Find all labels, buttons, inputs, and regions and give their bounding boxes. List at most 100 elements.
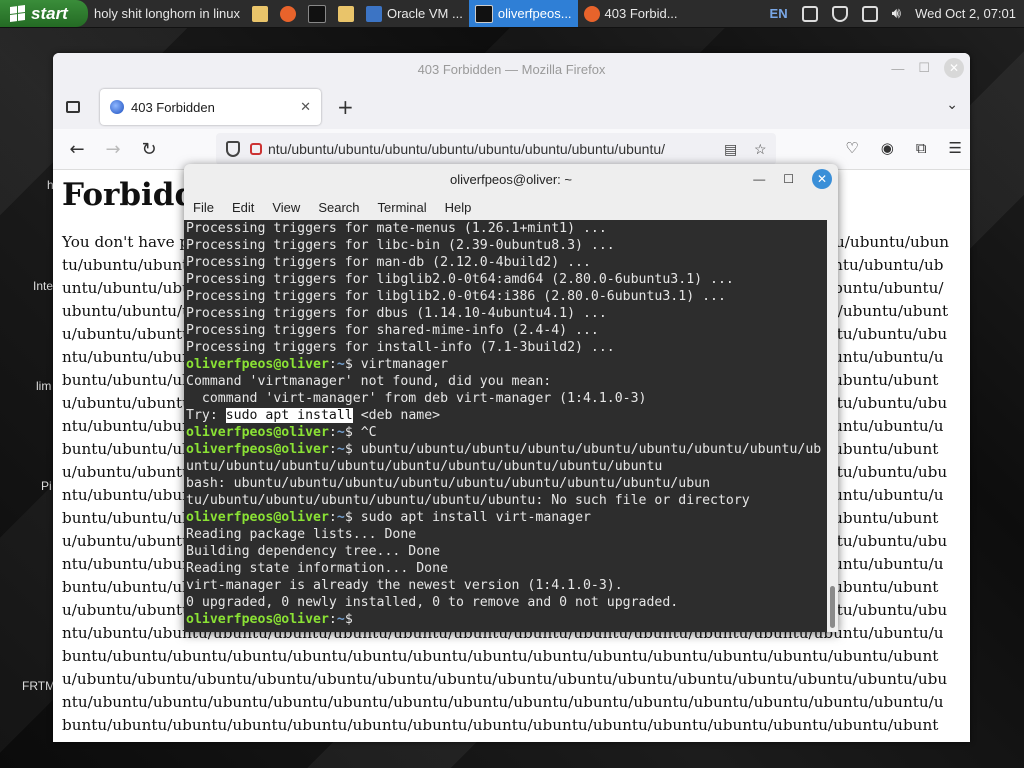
update-manager-icon[interactable] xyxy=(861,5,878,22)
terminal-line: tu/ubuntu/ubuntu/ubuntu/ubuntu/ubuntu/ub… xyxy=(186,493,750,508)
desktop-icon-label[interactable]: Pi xyxy=(41,479,52,493)
url-text[interactable]: ntu/ubuntu/ubuntu/ubuntu/ubuntu/ubuntu/u… xyxy=(268,141,716,157)
prompt-separator: : xyxy=(328,510,337,525)
task-label: holy shit longhorn in linux xyxy=(94,6,240,21)
desktop-icon-label[interactable]: lim xyxy=(36,379,51,393)
selected-text[interactable]: sudo apt install xyxy=(225,408,353,423)
window-title: 403 Forbidden — Mozilla Firefox xyxy=(417,61,606,77)
terminal-line: Building dependency tree... Done xyxy=(186,544,441,559)
quicklaunch-terminal[interactable] xyxy=(302,0,332,27)
taskbar-item-firefox[interactable]: 403 Forbid... xyxy=(578,0,684,27)
close-tab-icon[interactable]: ✕ xyxy=(300,99,311,115)
terminal-line: bash: ubuntu/ubuntu/ubuntu/ubuntu/ubuntu… xyxy=(186,476,711,491)
insecure-lock-icon[interactable] xyxy=(250,143,262,155)
chevron-down-icon[interactable]: ⌄ xyxy=(946,97,958,113)
command-text: $ ^C xyxy=(344,425,377,440)
terminal-line: oliverfpeos@oliver:~$ ubuntu/ubuntu/ubun… xyxy=(186,441,827,458)
terminal-line: virt-manager is already the newest versi… xyxy=(186,578,623,593)
folder-icon xyxy=(251,5,268,22)
close-icon[interactable]: ✕ xyxy=(944,58,964,78)
minimize-icon[interactable]: — xyxy=(891,61,904,76)
terminal-titlebar[interactable]: oliverfpeos@oliver: ~ — ☐ ✕ xyxy=(184,164,838,194)
start-label: start xyxy=(31,3,68,23)
forward-icon[interactable]: → xyxy=(95,139,131,160)
terminal-line: Try: sudo apt install <deb name> xyxy=(186,408,441,423)
clipboard-icon[interactable] xyxy=(801,5,818,22)
volume-icon[interactable]: 🔊︎ xyxy=(892,5,901,22)
pocket-icon[interactable]: ♡ xyxy=(845,139,858,157)
prompt-path: ~ xyxy=(336,510,345,525)
quicklaunch-firefox[interactable] xyxy=(274,0,302,27)
menu-search[interactable]: Search xyxy=(318,200,359,215)
taskbar-item-longhorn[interactable]: holy shit longhorn in linux xyxy=(88,0,246,27)
taskbar: start holy shit longhorn in linux Oracle… xyxy=(0,0,1024,28)
command-text: $ ubuntu/ubuntu/ubuntu/ubuntu/ubuntu/ubu… xyxy=(344,442,822,457)
prompt-path: ~ xyxy=(336,357,345,372)
command-text: $ virtmanager xyxy=(344,357,449,372)
terminal-line: Reading package lists... Done xyxy=(186,527,417,542)
prompt-separator: : xyxy=(328,425,337,440)
terminal-line: Processing triggers for libglib2.0-0t64:… xyxy=(186,289,726,304)
scrollbar-thumb[interactable] xyxy=(830,586,835,628)
back-icon[interactable]: ← xyxy=(59,139,95,160)
desktop-icon-label[interactable]: FRTM xyxy=(22,679,55,693)
menu-help[interactable]: Help xyxy=(445,200,472,215)
terminal-line: 0 upgraded, 0 newly installed, 0 to remo… xyxy=(186,595,679,610)
prompt-user: oliverfpeos@oliver xyxy=(186,612,329,627)
terminal-line: untu/ubuntu/ubuntu/ubuntu/ubuntu/ubuntu/… xyxy=(186,459,663,474)
menu-icon[interactable]: ☰ xyxy=(949,139,962,157)
reader-view-icon[interactable]: ▤ xyxy=(724,141,738,158)
tab-403-forbidden[interactable]: 403 Forbidden ✕ xyxy=(100,89,321,125)
taskbar-item-terminal[interactable]: oliverfpeos... xyxy=(468,0,578,27)
terminal-line: Processing triggers for mate-menus (1.26… xyxy=(186,221,607,236)
tab-title: 403 Forbidden xyxy=(131,99,215,115)
menu-view[interactable]: View xyxy=(272,200,300,215)
close-icon[interactable]: ✕ xyxy=(812,169,832,189)
shield-icon[interactable] xyxy=(831,5,848,22)
command-text: $ xyxy=(344,612,361,627)
terminal-scrollbar[interactable] xyxy=(827,220,838,632)
prompt-separator: : xyxy=(328,612,337,627)
keyboard-layout-indicator[interactable]: EN xyxy=(770,6,788,21)
menu-edit[interactable]: Edit xyxy=(232,200,254,215)
menu-file[interactable]: File xyxy=(193,200,214,215)
terminal-line: Processing triggers for libglib2.0-0t64:… xyxy=(186,272,734,287)
desktop-icon-label[interactable]: Inte xyxy=(33,279,53,293)
extensions-icon[interactable]: ⧉ xyxy=(916,139,927,157)
terminal-line: Processing triggers for shared-mime-info… xyxy=(186,323,599,338)
terminal-line: Reading state information... Done xyxy=(186,561,449,576)
system-tray: EN 🔊︎ Wed Oct 2, 07:01 xyxy=(770,5,1024,22)
firefox-icon xyxy=(279,5,296,22)
bookmark-star-icon[interactable]: ☆ xyxy=(754,141,768,158)
terminal-line: Processing triggers for libc-bin (2.39-0… xyxy=(186,238,615,253)
terminal-title: oliverfpeos@oliver: ~ xyxy=(450,171,572,187)
terminal-window: oliverfpeos@oliver: ~ — ☐ ✕ File Edit Vi… xyxy=(184,164,838,632)
prompt-user: oliverfpeos@oliver xyxy=(186,442,329,457)
quicklaunch-files[interactable] xyxy=(246,0,274,27)
url-bar[interactable]: ntu/ubuntu/ubuntu/ubuntu/ubuntu/ubuntu/u… xyxy=(216,133,776,165)
quicklaunch-folder[interactable] xyxy=(332,0,360,27)
terminal-line: Processing triggers for install-info (7.… xyxy=(186,340,615,355)
maximize-icon[interactable]: ☐ xyxy=(918,60,930,76)
prompt-path: ~ xyxy=(336,612,345,627)
new-tab-icon[interactable]: + xyxy=(337,95,354,119)
account-icon[interactable]: ◉ xyxy=(881,139,894,157)
firefox-titlebar[interactable]: 403 Forbidden — Mozilla Firefox — ☐ ✕ xyxy=(53,53,970,85)
reload-icon[interactable]: ↻ xyxy=(131,139,167,160)
terminal-line: oliverfpeos@oliver:~$ xyxy=(186,611,827,628)
body-prefix: You don't have p xyxy=(62,233,190,251)
tab-list-icon[interactable] xyxy=(66,101,80,113)
start-button[interactable]: start xyxy=(0,0,88,27)
tracking-protection-icon[interactable] xyxy=(226,141,240,157)
terminal-line: oliverfpeos@oliver:~$ sudo apt install v… xyxy=(186,509,827,526)
terminal-output[interactable]: Processing triggers for mate-menus (1.26… xyxy=(184,220,827,632)
taskbar-item-virtualbox[interactable]: Oracle VM ... xyxy=(360,0,469,27)
maximize-icon[interactable]: ☐ xyxy=(783,172,794,186)
prompt-separator: : xyxy=(328,442,337,457)
minimize-icon[interactable]: — xyxy=(753,172,765,186)
virtualbox-icon xyxy=(365,5,382,22)
clock[interactable]: Wed Oct 2, 07:01 xyxy=(915,6,1016,21)
prompt-user: oliverfpeos@oliver xyxy=(186,425,329,440)
prompt-user: oliverfpeos@oliver xyxy=(186,510,329,525)
menu-terminal[interactable]: Terminal xyxy=(378,200,427,215)
